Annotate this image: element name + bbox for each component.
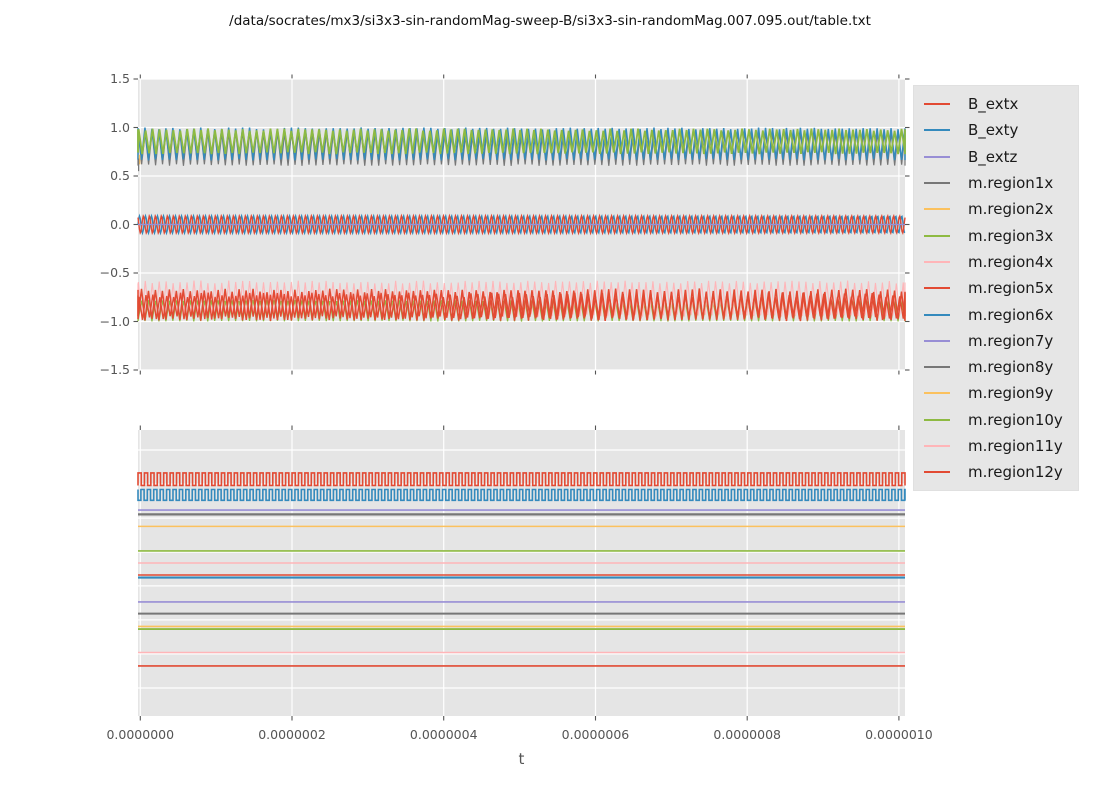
y-tick-label: 0.0 [110,216,130,232]
legend-swatch-line [924,182,950,185]
y-tick-label: −1.5 [99,362,130,377]
legend-item: B_exty [924,117,1078,143]
legend-swatch-line [924,234,950,237]
legend-item: m.region3x [924,222,1078,248]
bottom-plot [137,425,906,721]
x-tick-label: 0.0000002 [258,727,326,742]
legend: B_extx B_exty B_extz m.region1x m.region2x m.… [913,85,1079,492]
legend-item-label: m.region5x [968,279,1054,298]
legend-item: m.region1x [924,170,1078,196]
legend-swatch-line [924,103,950,106]
y-tick-label: −1.0 [99,313,130,329]
legend-item: m.region8y [924,354,1078,380]
legend-swatch-line [924,208,950,211]
legend-item: B_extz [924,144,1078,170]
legend-item-label: m.region1x [968,174,1054,193]
legend-item-label: m.region9y [968,384,1054,403]
x-axis-label: t [518,750,525,768]
figure: /data/socrates/mx3/si3x3-sin-randomMag-s… [0,0,1100,800]
legend-item: m.region4x [924,249,1078,275]
legend-swatch-line [924,129,950,132]
y-tick-label: −0.5 [99,265,130,280]
legend-item: m.region9y [924,380,1078,406]
legend-swatch-line [924,313,950,316]
legend-item: B_extx [924,91,1078,117]
legend-item: m.region2x [924,196,1078,222]
legend-item-label: m.region4x [968,252,1054,271]
plot-title: /data/socrates/mx3/si3x3-sin-randomMag-s… [229,13,871,29]
legend-swatch-line [924,155,950,158]
legend-item: m.region6x [924,301,1078,327]
legend-swatch-line [924,287,950,290]
legend-item-label: m.region10y [968,410,1063,429]
y-tick-label: 0.5 [110,168,130,183]
legend-item-label: B_extz [968,147,1018,166]
x-tick-label: 0.0000008 [713,727,781,742]
legend-item-label: B_extx [968,95,1019,114]
y-tick-label: 1.0 [110,119,130,135]
legend-item: m.region12y [924,459,1078,485]
legend-swatch-line [924,339,950,342]
legend-item-label: m.region3x [968,226,1054,245]
legend-swatch-line [924,445,950,447]
legend-item: m.region11y [924,433,1078,459]
y-tick-label: 1.5 [110,71,130,86]
legend-item-label: m.region8y [968,358,1054,377]
legend-item: m.region5x [924,275,1078,301]
legend-item-label: m.region11y [968,437,1063,455]
legend-swatch-line [924,471,950,474]
legend-item-label: m.region12y [968,463,1063,482]
legend-swatch-line [924,260,950,263]
legend-item: m.region7y [924,328,1078,354]
legend-item-label: m.region6x [968,305,1054,324]
top-plot [133,74,910,375]
legend-item: m.region10y [924,407,1078,433]
legend-swatch-line [924,418,950,421]
x-tick-label: 0.0000010 [865,727,933,742]
legend-item-label: B_exty [968,121,1019,140]
legend-item-label: m.region2x [968,200,1054,219]
x-tick-label: 0.0000006 [561,727,630,742]
x-tick-label: 0.0000004 [409,727,478,742]
x-tick-label: 0.0000000 [106,727,175,742]
legend-swatch-line [924,366,950,369]
legend-item-label: m.region7y [968,331,1054,350]
legend-swatch-line [924,392,950,395]
